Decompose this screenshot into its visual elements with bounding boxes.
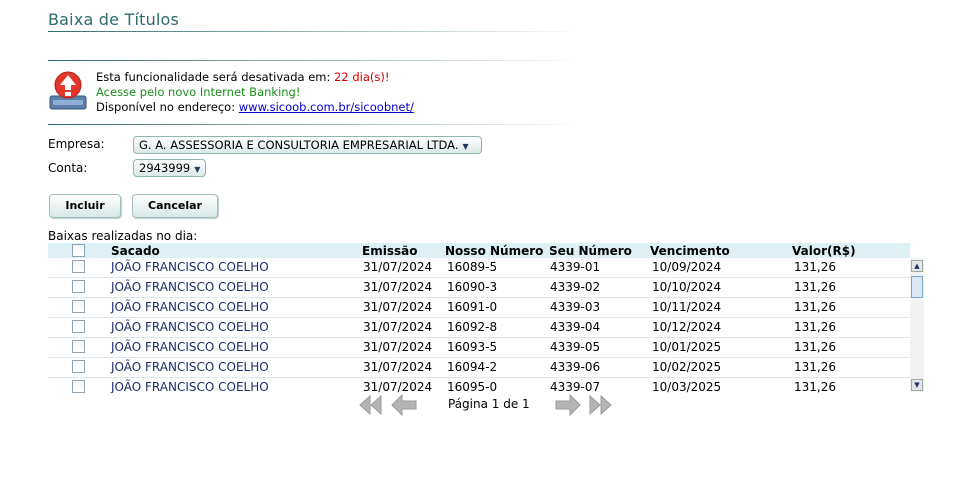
table-row[interactable]: JOÃO FRANCISCO COELHO 31/07/2024 16093-5… [48, 338, 910, 358]
row-checkbox[interactable] [72, 360, 85, 373]
previous-page-icon[interactable] [390, 393, 418, 420]
select-all-checkbox[interactable] [72, 244, 85, 257]
cell-valor: 131,26 [794, 380, 836, 393]
row-checkbox[interactable] [72, 340, 85, 353]
table-row[interactable]: JOÃO FRANCISCO COELHO 31/07/2024 16092-8… [48, 318, 910, 338]
cancelar-button[interactable]: Cancelar [132, 194, 218, 218]
table-row[interactable]: JOÃO FRANCISCO COELHO 31/07/2024 16089-5… [48, 258, 910, 278]
cell-emissao: 31/07/2024 [363, 360, 433, 374]
cell-vencimento: 10/03/2025 [652, 380, 722, 393]
cell-seu-numero: 4339-05 [550, 340, 601, 354]
cell-sacado: JOÃO FRANCISCO COELHO [111, 320, 269, 334]
page-title: Baixa de Títulos [48, 10, 180, 29]
title-divider [48, 31, 583, 32]
grid-header: Sacado Emissão Nosso Número Seu Número V… [48, 243, 910, 258]
list-caption: Baixas realizadas no dia: [48, 229, 198, 243]
row-checkbox[interactable] [72, 380, 85, 393]
cell-sacado: JOÃO FRANCISCO COELHO [111, 280, 269, 294]
cell-valor: 131,26 [794, 340, 836, 354]
cell-nosso-numero: 16089-5 [447, 260, 498, 274]
empresa-select-value: G. A. ASSESSORIA E CONSULTORIA EMPRESARI… [139, 138, 459, 152]
table-row[interactable]: JOÃO FRANCISCO COELHO 31/07/2024 16095-0… [48, 378, 910, 393]
cell-seu-numero: 4339-02 [550, 280, 601, 294]
cell-emissao: 31/07/2024 [363, 340, 433, 354]
cell-emissao: 31/07/2024 [363, 280, 433, 294]
cell-nosso-numero: 16091-0 [447, 300, 498, 314]
cell-emissao: 31/07/2024 [363, 320, 433, 334]
notice-address-text: Disponível no endereço: [96, 100, 239, 114]
row-checkbox[interactable] [72, 280, 85, 293]
cell-sacado: JOÃO FRANCISCO COELHO [111, 380, 269, 393]
cell-vencimento: 10/12/2024 [652, 320, 722, 334]
cell-valor: 131,26 [794, 320, 836, 334]
notice-text: Esta funcionalidade será desativada em: … [96, 70, 414, 115]
cell-emissao: 31/07/2024 [363, 300, 433, 314]
table-row[interactable]: JOÃO FRANCISCO COELHO 31/07/2024 16094-2… [48, 358, 910, 378]
cell-valor: 131,26 [794, 260, 836, 274]
cell-seu-numero: 4339-06 [550, 360, 601, 374]
notice-internet-banking: Acesse pelo novo Internet Banking! [96, 85, 301, 99]
notice-deactivation-text: Esta funcionalidade será desativada em: [96, 70, 335, 84]
empresa-label: Empresa: [48, 137, 105, 151]
conta-select-value: 2943999 [139, 161, 191, 175]
first-page-icon[interactable] [357, 394, 383, 420]
row-checkbox[interactable] [72, 320, 85, 333]
last-page-icon[interactable] [588, 394, 614, 420]
cell-nosso-numero: 16090-3 [447, 280, 498, 294]
cell-seu-numero: 4339-04 [550, 320, 601, 334]
cell-vencimento: 10/02/2025 [652, 360, 722, 374]
cell-vencimento: 10/10/2024 [652, 280, 722, 294]
incluir-button[interactable]: Incluir [49, 194, 121, 218]
cell-valor: 131,26 [794, 280, 836, 294]
row-checkbox[interactable] [72, 300, 85, 313]
table-row[interactable]: JOÃO FRANCISCO COELHO 31/07/2024 16090-3… [48, 278, 910, 298]
grid-scrollbar[interactable]: ▲ ▼ [910, 258, 924, 392]
column-header-emissao[interactable]: Emissão [362, 244, 417, 258]
empresa-select[interactable]: G. A. ASSESSORIA E CONSULTORIA EMPRESARI… [133, 136, 482, 154]
cell-valor: 131,26 [794, 300, 836, 314]
scroll-down-icon[interactable]: ▼ [911, 379, 923, 391]
chevron-down-icon: ▼ [194, 165, 201, 174]
column-header-vencimento[interactable]: Vencimento [650, 244, 730, 258]
cell-sacado: JOÃO FRANCISCO COELHO [111, 300, 269, 314]
notice-days-remaining: 22 dia(s)! [334, 70, 390, 84]
cell-seu-numero: 4339-01 [550, 260, 601, 274]
notice-divider-bottom [48, 124, 583, 125]
column-header-sacado[interactable]: Sacado [111, 244, 160, 258]
column-header-seu-numero[interactable]: Seu Número [549, 244, 632, 258]
column-header-nosso-numero[interactable]: Nosso Número [445, 244, 543, 258]
pagination-text: Página 1 de 1 [448, 397, 530, 411]
cell-nosso-numero: 16094-2 [447, 360, 498, 374]
cell-emissao: 31/07/2024 [363, 260, 433, 274]
scroll-thumb[interactable] [911, 276, 923, 298]
cell-nosso-numero: 16095-0 [447, 380, 498, 393]
sicoobnet-link[interactable]: www.sicoob.com.br/sicoobnet/ [239, 100, 414, 114]
chevron-down-icon: ▼ [462, 142, 469, 151]
notice-line-3: Disponível no endereço: www.sicoob.com.b… [96, 100, 414, 115]
cell-valor: 131,26 [794, 360, 836, 374]
cell-sacado: JOÃO FRANCISCO COELHO [111, 260, 269, 274]
cell-nosso-numero: 16092-8 [447, 320, 498, 334]
row-checkbox[interactable] [72, 260, 85, 273]
cell-vencimento: 10/09/2024 [652, 260, 722, 274]
column-header-valor[interactable]: Valor(R$) [792, 244, 856, 258]
table-row[interactable]: JOÃO FRANCISCO COELHO 31/07/2024 16091-0… [48, 298, 910, 318]
cell-vencimento: 10/11/2024 [652, 300, 722, 314]
conta-label: Conta: [48, 161, 88, 175]
cell-sacado: JOÃO FRANCISCO COELHO [111, 360, 269, 374]
cell-vencimento: 10/01/2025 [652, 340, 722, 354]
next-page-icon[interactable] [554, 393, 582, 420]
cell-nosso-numero: 16093-5 [447, 340, 498, 354]
cell-seu-numero: 4339-03 [550, 300, 601, 314]
cell-emissao: 31/07/2024 [363, 380, 433, 393]
cell-seu-numero: 4339-07 [550, 380, 601, 393]
notice-divider-top [48, 60, 583, 61]
alert-upload-icon [48, 70, 88, 112]
notice-line-1: Esta funcionalidade será desativada em: … [96, 70, 414, 85]
cell-sacado: JOÃO FRANCISCO COELHO [111, 340, 269, 354]
conta-select[interactable]: 2943999 ▼ [133, 159, 206, 177]
scroll-up-icon[interactable]: ▲ [911, 260, 923, 272]
